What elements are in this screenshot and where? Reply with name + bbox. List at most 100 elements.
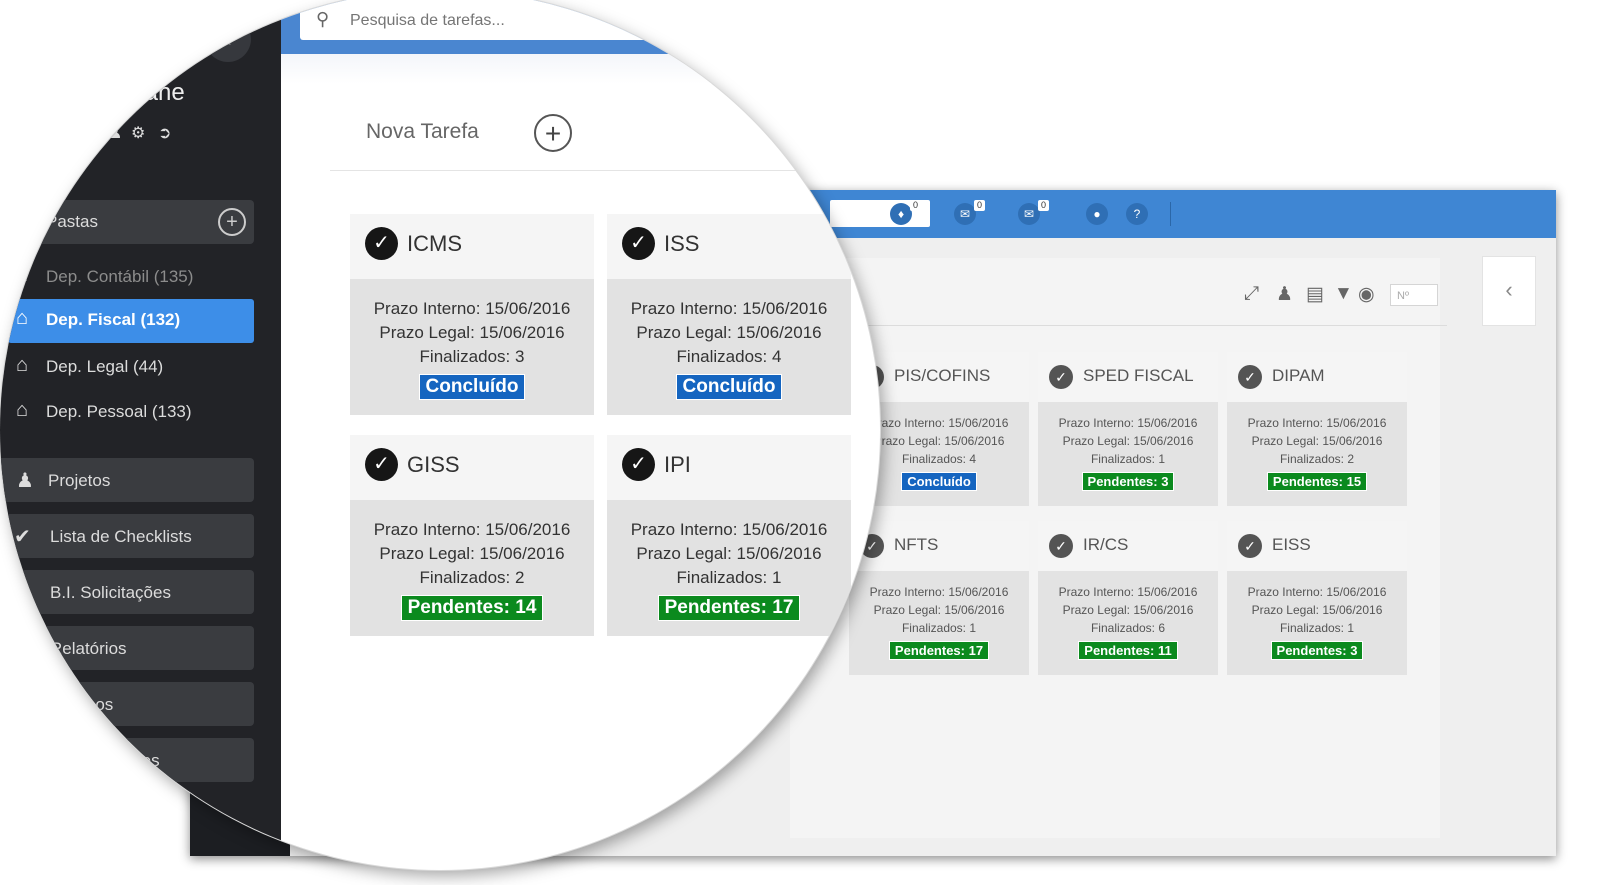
sidebar-item-checklists[interactable]: ✔ Lista de Checklists <box>0 514 254 558</box>
sidebar-item-dep-pessoal[interactable]: ⌂ Dep. Pessoal (133) <box>8 391 254 435</box>
task-card-ipi[interactable]: ✓ IPI Prazo Interno: 15/06/2016 Prazo Lega… <box>607 435 851 636</box>
status-badge: Concluído <box>418 374 526 400</box>
check-icon: ✓ <box>622 448 655 481</box>
finalizados: Finalizados: 4 <box>676 347 782 366</box>
profile-icon[interactable]: ♟ <box>108 123 122 143</box>
check-icon: ✓ <box>1238 534 1262 558</box>
task-card-icms[interactable]: ✓ ICMS Prazo Interno: 15/06/2016 Prazo Leg… <box>350 214 594 415</box>
sidebar-item-projetos[interactable]: ♟ Projetos <box>0 458 254 502</box>
new-task-label: Nova Tarefa <box>366 120 479 143</box>
status-badge: Pendentes: 3 <box>1081 472 1175 491</box>
sidebar-item-dep-fiscal[interactable]: ⌂ Dep. Fiscal (132) <box>8 299 254 343</box>
user-name: Cristiane <box>90 79 185 106</box>
status-badge: Pendentes: 17 <box>657 595 801 621</box>
prazo-interno: Prazo Interno: 15/06/2016 <box>869 585 1009 599</box>
header-divider <box>330 170 880 171</box>
search-box[interactable]: ⚲ <box>300 0 880 40</box>
finalizados: Finalizados: 2 <box>419 568 525 587</box>
finalizados: Finalizados: 3 <box>419 347 525 366</box>
user-search-icon[interactable]: ♟ <box>1276 283 1293 306</box>
emails-count: 0 <box>1037 200 1049 211</box>
help-button[interactable]: ? <box>1126 203 1148 225</box>
binoculars-icon[interactable]: ◉ <box>1358 283 1375 306</box>
prazo-interno: Prazo Interno: 15/06/2016 <box>1058 416 1198 430</box>
finalizados: Finalizados: 1 <box>1279 621 1355 635</box>
bg-task-card[interactable]: ✓ SPED FISCAL Prazo Interno: 15/06/2016 Pr… <box>1038 352 1218 506</box>
sidebar-item-label: Gráficos <box>50 695 114 714</box>
bg-task-card[interactable]: ✓ NFTS Prazo Interno: 15/06/2016 Prazo Leg… <box>849 521 1029 675</box>
sidebar-item-label: Lista de Checklists <box>50 527 192 546</box>
notifications-bell-icon[interactable]: ♦ 0 <box>890 200 921 225</box>
task-title: NFTS <box>894 535 939 554</box>
home-icon: ⌂ <box>16 354 29 376</box>
home-icon: ⌂ <box>16 399 29 421</box>
bg-task-card[interactable]: ✓ DIPAM Prazo Interno: 15/06/2016 Prazo Le… <box>1227 352 1407 506</box>
task-title: ISS <box>664 231 700 256</box>
finalizados: Finalizados: 2 <box>1279 452 1355 466</box>
users-icon: ♟ <box>16 470 34 492</box>
sidebar-item-label: Configurações <box>50 751 160 770</box>
gear-icon[interactable]: ⚙ <box>131 123 145 143</box>
collapse-panel-button[interactable]: ‹ <box>1482 256 1536 326</box>
sidebar-item-label: Dep. Contábil (135) <box>46 267 194 286</box>
back-button[interactable]: ‹ <box>205 16 251 62</box>
add-folder-button[interactable]: + <box>218 208 246 236</box>
search-icon: ⚲ <box>316 9 330 29</box>
prazo-interno: Prazo Interno: 15/06/2016 <box>630 520 828 539</box>
expand-icon[interactable]: ⤢ <box>1244 283 1259 305</box>
task-card-iss[interactable]: ✓ ISS Prazo Interno: 15/06/2016 Prazo Lega… <box>607 214 851 415</box>
finalizados: Finalizados: 1 <box>676 568 782 587</box>
check-icon: ✓ <box>365 227 398 260</box>
task-title: ICMS <box>407 231 462 256</box>
logout-icon[interactable]: ➲ <box>158 123 171 143</box>
sidebar-item-bi-solicitacoes[interactable]: □ B.I. Solicitações <box>0 570 254 614</box>
prazo-interno: Prazo Interno: 15/06/2016 <box>1058 585 1198 599</box>
sidebar: ‹ Cristiane ♟ ⚙ ➲ Pastas + ⌂ Dep. Contáb… <box>0 0 281 870</box>
check-icon: ✓ <box>1238 365 1262 389</box>
task-title: IPI <box>664 452 691 477</box>
chat-icon[interactable]: ● <box>1086 203 1108 225</box>
finalizados: Finalizados: 1 <box>901 621 977 635</box>
prazo-interno: Prazo Interno: 15/06/2016 <box>373 299 571 318</box>
status-badge: Pendentes: 11 <box>1078 641 1178 660</box>
task-title: EISS <box>1272 535 1311 554</box>
prazo-interno: Prazo Interno: 15/06/2016 <box>1247 416 1387 430</box>
home-icon: ⌂ <box>16 307 29 329</box>
sidebar-item-graficos[interactable]: Gráficos <box>0 682 254 726</box>
top-bar-shadow <box>281 54 880 84</box>
number-filter-input[interactable]: Nº <box>1390 284 1438 306</box>
topbar-divider <box>1170 202 1171 226</box>
sidebar-item-dep-contabil[interactable]: ⌂ Dep. Contábil (135) <box>8 256 254 300</box>
check-circle-icon: ✔ <box>14 526 31 548</box>
status-badge: Pendentes: 14 <box>400 595 544 621</box>
prazo-legal: Prazo Legal: 15/06/2016 <box>1062 434 1194 448</box>
bg-task-card[interactable]: ✓ IR/CS Prazo Interno: 15/06/2016 Prazo Le… <box>1038 521 1218 675</box>
magnifier-lens: ‹ Cristiane ♟ ⚙ ➲ Pastas + ⌂ Dep. Contáb… <box>0 0 880 870</box>
sidebar-item-dep-legal[interactable]: ⌂ Dep. Legal (44) <box>8 346 254 390</box>
new-task-button[interactable]: + <box>534 114 572 152</box>
status-badge: Pendentes: 3 <box>1270 641 1364 660</box>
status-badge: Concluído <box>901 472 977 491</box>
folders-header: Pastas + <box>0 200 254 244</box>
sidebar-item-label: Dep. Fiscal (132) <box>46 310 181 329</box>
filter-icon[interactable]: ▼ <box>1334 283 1353 305</box>
prazo-legal: Prazo Legal: 15/06/2016 <box>636 544 822 563</box>
finalizados: Finalizados: 1 <box>1090 452 1166 466</box>
home-icon: ⌂ <box>16 264 29 286</box>
status-badge: Pendentes: 17 <box>888 641 990 660</box>
search-input[interactable] <box>348 4 852 38</box>
prazo-interno: Prazo Interno: 15/06/2016 <box>630 299 828 318</box>
task-title: IR/CS <box>1083 535 1129 554</box>
messages-envelope-icon[interactable]: ✉ 0 <box>954 200 985 225</box>
task-card-giss[interactable]: ✓ GISS Prazo Interno: 15/06/2016 Prazo Leg… <box>350 435 594 636</box>
email-envelope-icon[interactable]: ✉ 0 <box>1018 200 1049 225</box>
check-icon: ✓ <box>365 448 398 481</box>
prazo-legal: Prazo Legal: 15/06/2016 <box>873 603 1005 617</box>
task-title: GISS <box>407 452 460 477</box>
sidebar-item-configuracoes[interactable]: Configurações <box>0 738 254 782</box>
report-icon[interactable]: ▤ <box>1306 283 1324 306</box>
sidebar-item-relatorios[interactable]: Relatórios <box>0 626 254 670</box>
prazo-legal: Prazo Legal: 15/06/2016 <box>1251 434 1383 448</box>
prazo-interno: Prazo Interno: 15/06/2016 <box>373 520 571 539</box>
bg-task-card[interactable]: ✓ EISS Prazo Interno: 15/06/2016 Prazo Leg… <box>1227 521 1407 675</box>
